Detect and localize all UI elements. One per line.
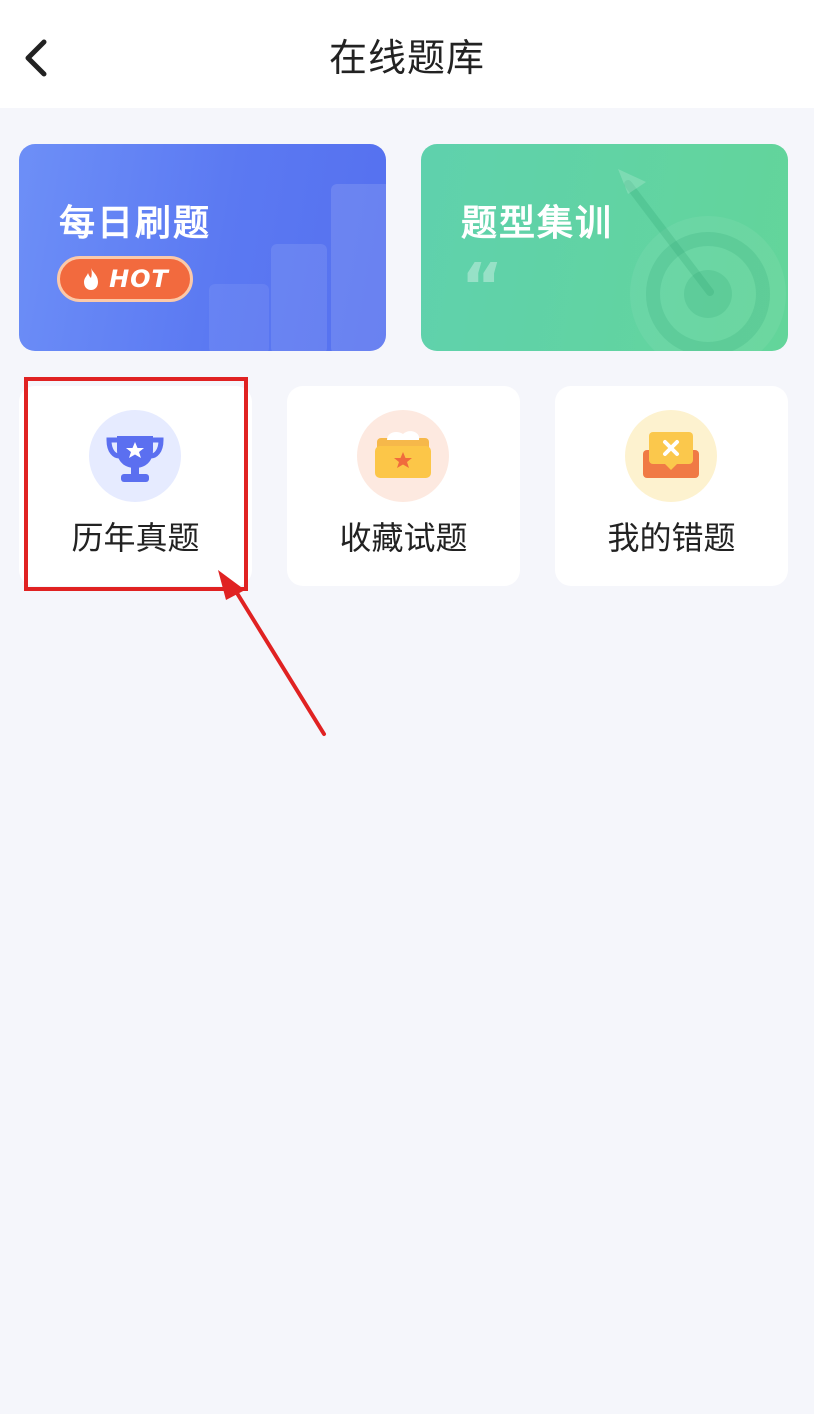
top-nav-bar: 在线题库 (0, 0, 814, 108)
wrong-message-icon-circle (625, 410, 717, 502)
hot-badge: HOT (57, 256, 193, 302)
past-exams-entry[interactable]: 历年真题 (19, 386, 252, 586)
hot-badge-text: HOT (109, 265, 169, 293)
question-type-training-card[interactable]: 题型集训 “ (421, 144, 788, 351)
flame-icon (84, 268, 99, 290)
wrong-message-icon (643, 432, 699, 478)
wrong-questions-label: 我的错题 (607, 519, 736, 557)
past-exams-label: 历年真题 (71, 519, 200, 557)
question-type-training-title: 题型集训 (461, 203, 614, 244)
daily-practice-card[interactable]: 每日刷题 HOT (19, 144, 386, 351)
star-folder-icon (375, 431, 431, 478)
favorite-questions-label: 收藏试题 (339, 519, 468, 557)
target-arrow-decoration (618, 169, 786, 351)
trophy-icon-circle (89, 410, 181, 502)
bar-chart-decoration (209, 184, 386, 351)
page-title: 在线题库 (328, 36, 485, 80)
quote-mark-icon: “ (461, 251, 504, 325)
daily-practice-title: 每日刷题 (59, 203, 212, 244)
wrong-questions-entry[interactable]: 我的错题 (555, 386, 788, 586)
trophy-icon (106, 436, 164, 482)
star-folder-icon-circle (357, 410, 449, 502)
favorite-questions-entry[interactable]: 收藏试题 (287, 386, 520, 586)
